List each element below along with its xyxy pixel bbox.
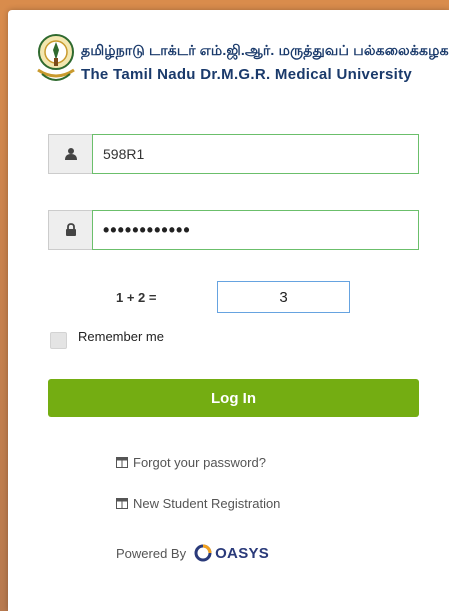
new-student-registration-link[interactable]: New Student Registration: [116, 496, 280, 511]
university-name-english: The Tamil Nadu Dr.M.G.R. Medical Univers…: [81, 66, 413, 83]
forgot-password-link[interactable]: Forgot your password?: [116, 455, 266, 470]
powered-by: Powered By OASYS: [116, 544, 269, 562]
forgot-password-text: Forgot your password?: [133, 455, 266, 470]
oasys-logo-text: OASYS: [215, 544, 270, 562]
password-field: [48, 210, 419, 250]
login-button[interactable]: Log In: [48, 379, 419, 417]
university-name-tamil: தமிழ்நாடு டாக்டர் எம்.ஜி.ஆர். மருத்துவப்…: [81, 42, 449, 58]
window-icon: [116, 498, 128, 509]
oasys-logo-icon: [194, 544, 212, 562]
password-input[interactable]: [92, 210, 419, 250]
remember-me-checkbox[interactable]: [50, 332, 67, 349]
university-emblem-icon: [34, 30, 78, 90]
username-field: [48, 134, 419, 174]
captcha-input[interactable]: [217, 281, 350, 313]
window-icon: [116, 457, 128, 468]
captcha-question: 1 + 2 =: [116, 290, 157, 305]
remember-me-label: Remember me: [78, 329, 164, 344]
user-icon: [48, 134, 92, 174]
powered-by-label: Powered By: [116, 545, 187, 561]
username-input[interactable]: [92, 134, 419, 174]
oasys-logo: OASYS: [194, 544, 269, 562]
lock-icon: [48, 210, 92, 250]
new-student-registration-text: New Student Registration: [133, 496, 281, 511]
